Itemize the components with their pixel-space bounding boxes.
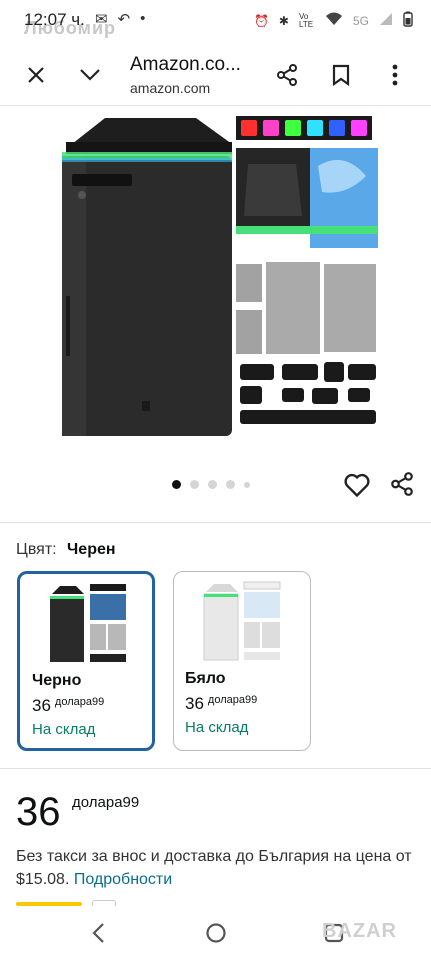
shipping-info: Без такси за внос и доставка до България… [16, 845, 416, 891]
chevron-down-icon[interactable] [75, 60, 105, 90]
browser-toolbar: Amazon.co... amazon.com [0, 44, 431, 106]
variant-name: Черно [32, 672, 82, 689]
gallery-dot[interactable] [208, 480, 217, 489]
status-system-icons: ⏰ ✱ Vo LTE 5G [254, 11, 413, 30]
color-label: Цвят: [16, 541, 57, 558]
variant-price: 36 долара99 [32, 696, 105, 715]
variant-thumbnail [50, 584, 126, 662]
divider [0, 522, 431, 523]
back-icon[interactable] [88, 920, 114, 946]
signal-icon [379, 12, 393, 29]
gallery-dot[interactable] [244, 481, 250, 488]
share-icon[interactable] [272, 60, 302, 90]
color-value: Черен [67, 541, 116, 558]
gallery-dot[interactable] [172, 480, 181, 489]
battery-icon [403, 11, 413, 30]
missed-call-icon: ↶ [117, 11, 131, 28]
variant-swatch-black[interactable]: Черно 36 долара99 На склад [17, 571, 155, 751]
gallery-dot[interactable] [190, 480, 199, 489]
product-image [62, 116, 378, 436]
product-price: 36 [16, 790, 61, 834]
details-link[interactable]: Подробности [74, 871, 172, 888]
bookmark-icon[interactable] [326, 60, 356, 90]
dot-icon: • [140, 10, 146, 27]
bluetooth-icon: ✱ [278, 13, 289, 28]
variant-thumbnail [203, 581, 281, 661]
watermark: BAZAR [322, 920, 397, 942]
status-bar: Любомир 12:07 ч. ✉ ↶ • ⏰ ✱ Vo LTE 5G [0, 0, 431, 40]
variant-price: 36 долара99 [185, 694, 258, 713]
status-notification-icons: ✉ ↶ • [95, 10, 145, 28]
page-title[interactable]: Amazon.co... [130, 54, 241, 76]
variant-stock: На склад [32, 721, 96, 738]
page-domain[interactable]: amazon.com [130, 80, 210, 96]
heart-icon[interactable] [343, 471, 371, 499]
variant-swatch-white[interactable]: Бяло 36 долара99 На склад [173, 571, 311, 751]
product-price-currency: долара99 [72, 794, 140, 811]
product-image-gallery[interactable] [0, 106, 431, 466]
close-icon[interactable] [21, 60, 51, 90]
gallery-pagination[interactable] [172, 480, 250, 489]
wifi-icon [325, 12, 343, 29]
volte-badge: Vo LTE [298, 11, 314, 29]
home-icon[interactable] [203, 920, 229, 946]
more-vert-icon[interactable] [380, 60, 410, 90]
network-type: 5G [352, 13, 369, 28]
status-time: 12:07 ч. [24, 10, 85, 29]
variant-stock: На склад [185, 719, 249, 736]
gallery-dot[interactable] [226, 480, 235, 489]
divider [0, 768, 431, 769]
message-icon: ✉ [95, 11, 108, 28]
color-selector-label: Цвят: Черен [16, 541, 116, 559]
variant-name: Бяло [185, 670, 226, 687]
alarm-icon: ⏰ [253, 13, 269, 28]
share-icon[interactable] [389, 471, 415, 499]
